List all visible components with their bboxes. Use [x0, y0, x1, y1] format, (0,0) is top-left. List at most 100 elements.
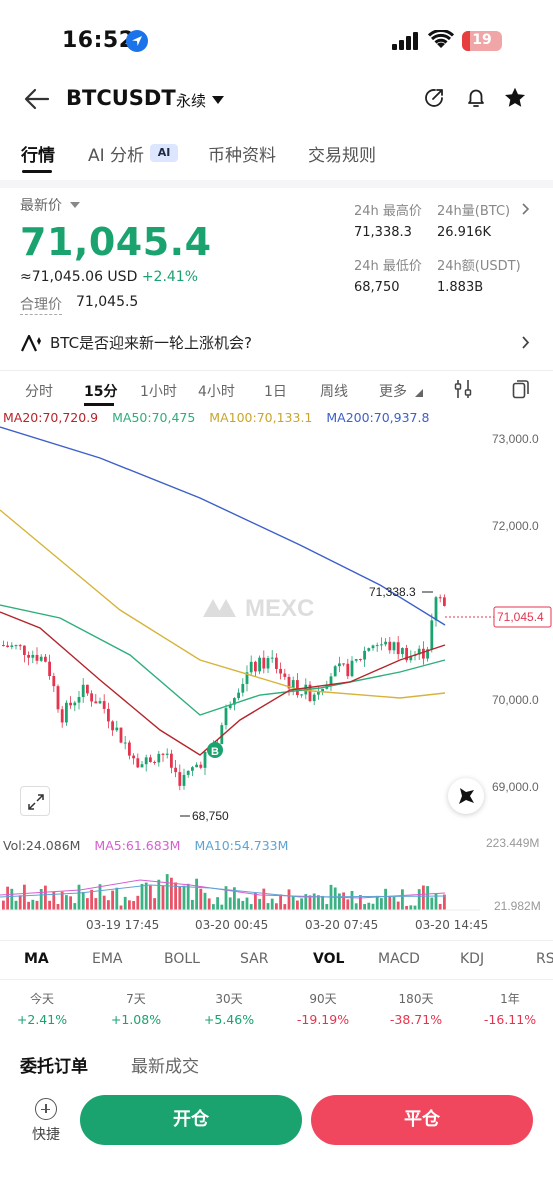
perf-value-1y: -16.11%: [483, 1012, 537, 1027]
x-axis-label: 03-20 14:45: [415, 918, 489, 932]
candle-body: [333, 666, 337, 677]
close-position-button[interactable]: 平仓: [311, 1095, 533, 1145]
candle-body: [296, 680, 299, 696]
candle-body: [367, 648, 371, 651]
tab-latest-trades[interactable]: 最新成交: [131, 1052, 199, 1077]
volume-bar: [161, 885, 165, 910]
volume-bar: [132, 901, 135, 910]
candle-body: [98, 701, 102, 704]
volume-bar: [182, 885, 186, 910]
indicator-ema[interactable]: EMA: [92, 951, 123, 967]
volume-bar: [296, 900, 299, 910]
volume-bar: [388, 895, 392, 910]
volume-bar: [77, 884, 81, 910]
plus-circle-icon: [35, 1098, 57, 1120]
volume-bar: [69, 896, 72, 910]
fullscreen-button[interactable]: [20, 786, 50, 816]
candle-body: [342, 663, 345, 665]
ma50-line: [0, 604, 446, 716]
volume-bar: [165, 874, 169, 910]
volume-bar: [191, 899, 194, 910]
candle-body: [81, 684, 85, 698]
indicator-boll[interactable]: BOLL: [164, 951, 200, 967]
indicator-ma[interactable]: MA: [24, 951, 49, 967]
volume-bar: [426, 886, 429, 910]
tab-order-book[interactable]: 委托订单: [20, 1052, 88, 1077]
volume-bar: [102, 895, 106, 910]
candle-body: [119, 727, 123, 743]
indicator-macd[interactable]: MACD: [378, 951, 420, 967]
volume-bar: [283, 904, 287, 910]
volume-bar: [207, 898, 211, 910]
candle-body: [275, 657, 278, 669]
expand-icon: [28, 794, 44, 810]
volume-bar: [6, 886, 9, 910]
volume-value: Vol:24.086M: [3, 838, 81, 853]
volume-bar: [270, 898, 274, 910]
candle-body: [60, 709, 64, 723]
perf-value-7d: +1.08%: [110, 1012, 162, 1027]
mexc-watermark: MEXC: [203, 595, 314, 622]
candle-body: [266, 658, 270, 669]
volume-bar: [212, 904, 215, 910]
candle-body: [128, 742, 131, 756]
volume-bar: [262, 888, 266, 910]
candle-body: [270, 657, 274, 659]
indicator-kdj[interactable]: KDJ: [460, 951, 484, 967]
volume-bar: [86, 898, 89, 910]
watermark-text: MEXC: [245, 595, 314, 622]
candle-body: [375, 645, 379, 647]
volume-bar: [157, 879, 161, 910]
volume-bar: [279, 894, 282, 910]
candle-body: [438, 597, 442, 599]
volume-bar: [107, 900, 110, 910]
volume-bar: [396, 901, 400, 910]
volume-bar: [438, 903, 442, 910]
volume-bar: [216, 897, 219, 910]
indicator-sar[interactable]: SAR: [240, 951, 268, 967]
volume-bar: [128, 900, 131, 910]
candle-body: [203, 751, 207, 768]
volume-bar: [308, 895, 312, 910]
high-marker-label: 71,338.3: [369, 585, 416, 599]
volume-bar: [291, 896, 295, 910]
y-axis-label: 69,000.0: [492, 780, 539, 794]
candle-body: [65, 702, 68, 723]
candle-body: [14, 645, 18, 647]
candle-body: [350, 660, 354, 677]
candle-body: [94, 701, 98, 704]
candle-body: [388, 641, 392, 651]
candle-body: [52, 676, 56, 687]
volume-bar: [417, 889, 421, 910]
x-axis-label: 03-20 07:45: [305, 918, 379, 932]
volume-bar: [31, 899, 35, 910]
volume-bar: [333, 887, 337, 910]
candle-body: [115, 727, 119, 731]
volume-bar: [338, 893, 341, 910]
volume-bar: [363, 904, 366, 910]
volume-bar: [73, 903, 77, 910]
candle-body: [174, 767, 177, 773]
volume-bar: [241, 900, 245, 910]
volume-bar: [178, 886, 182, 910]
volume-bar: [317, 895, 320, 910]
candle-body: [2, 645, 5, 647]
candle-body: [195, 764, 198, 768]
volume-bar: [346, 899, 350, 910]
drawing-tool-button[interactable]: [448, 778, 484, 814]
volume-bar: [94, 898, 98, 910]
candle-body: [199, 764, 203, 768]
indicator-vol[interactable]: VOL: [313, 951, 344, 967]
quick-action-button[interactable]: 快捷: [26, 1098, 66, 1144]
perf-value-30d: +5.46%: [203, 1012, 255, 1027]
volume-bar: [35, 900, 39, 910]
open-position-button[interactable]: 开仓: [80, 1095, 302, 1145]
candle-body: [371, 645, 375, 649]
volume-bar: [48, 900, 51, 910]
volume-bar: [10, 888, 14, 910]
volume-bar: [195, 878, 198, 910]
indicator-rsi[interactable]: RS: [536, 951, 553, 967]
candle-body: [6, 645, 9, 648]
candle-body: [48, 661, 51, 677]
candle-body: [237, 692, 240, 699]
